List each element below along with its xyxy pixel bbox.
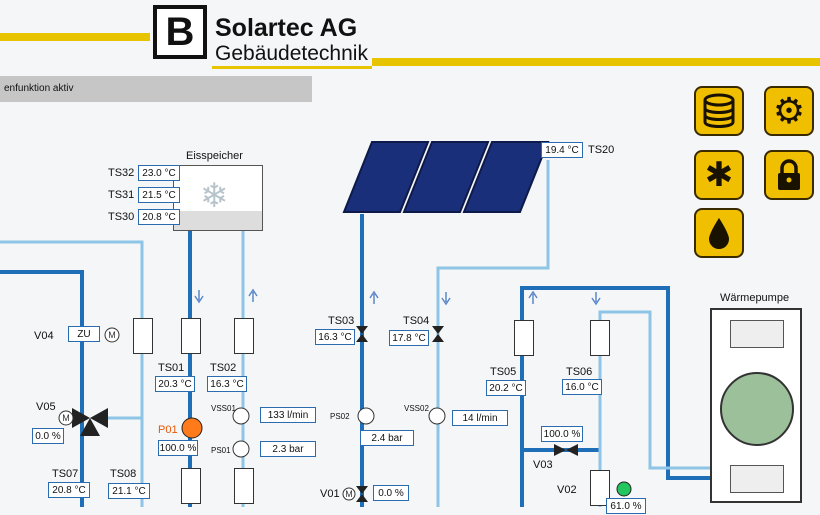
ts04-value[interactable]: 17.8 °C xyxy=(389,330,429,346)
nav-settings[interactable]: ⚙ xyxy=(764,86,814,136)
v04-label: V04 xyxy=(34,330,54,342)
v01-label: V01 xyxy=(320,488,340,500)
ts03-label: TS03 xyxy=(328,315,355,327)
ts30-label: TS30 xyxy=(108,211,135,223)
gear-icon: ⚙ xyxy=(772,90,806,131)
ts06-label: TS06 xyxy=(566,366,593,378)
svg-text:M: M xyxy=(108,330,116,340)
ts07-value[interactable]: 20.8 °C xyxy=(48,482,90,498)
p01-label: P01 xyxy=(158,424,178,436)
hp-exchanger-bottom xyxy=(730,465,784,493)
valve-ts01-block[interactable] xyxy=(181,318,201,354)
ts08-label: TS08 xyxy=(110,468,137,480)
ts01-label: TS01 xyxy=(158,362,185,374)
valve-ts02-block[interactable] xyxy=(234,318,254,354)
ts06-value[interactable]: 16.0 °C xyxy=(562,379,602,395)
ts02-value[interactable]: 16.3 °C xyxy=(207,376,247,392)
ps01-label: PS01 xyxy=(211,446,231,455)
valve-ts08-block[interactable] xyxy=(234,468,254,504)
vss01-value[interactable]: 133 l/min xyxy=(260,407,316,423)
ts07-label: TS07 xyxy=(52,468,79,480)
eisspeicher-tank[interactable]: ❄ xyxy=(173,165,263,231)
ps01-value[interactable]: 2.3 bar xyxy=(260,441,316,457)
snowflake-icon: ❄ xyxy=(200,177,229,215)
ts03-value[interactable]: 16.3 °C xyxy=(315,329,355,345)
ts08-value[interactable]: 21.1 °C xyxy=(108,483,150,499)
valve-ts07-block[interactable] xyxy=(181,468,201,504)
ts05-value[interactable]: 20.2 °C xyxy=(486,380,526,396)
v05-label: V05 xyxy=(36,401,56,413)
ts05-label: TS05 xyxy=(490,366,517,378)
database-icon xyxy=(703,93,735,128)
eisspeicher-title: Eisspeicher xyxy=(186,150,243,162)
valve-v04-block[interactable] xyxy=(133,318,153,354)
ts01-value[interactable]: 20.3 °C xyxy=(155,376,195,392)
v02-motor-active xyxy=(616,481,632,497)
p01-value[interactable]: 100.0 % xyxy=(158,440,198,456)
water-drop-icon xyxy=(709,218,729,249)
vss02-label: VSS02 xyxy=(404,404,429,413)
ts02-label: TS02 xyxy=(210,362,237,374)
hp-exchanger-top xyxy=(730,320,784,348)
solar-collector xyxy=(342,141,550,213)
snowflake-icon: ✱ xyxy=(704,156,734,194)
ps02-value[interactable]: 2.4 bar xyxy=(360,430,414,446)
lock-icon xyxy=(778,159,800,190)
valve-ts06-block[interactable] xyxy=(590,320,610,356)
svg-text:M: M xyxy=(345,489,353,499)
ts32-value[interactable]: 23.0 °C xyxy=(138,165,180,181)
v04-state[interactable]: ZU xyxy=(68,326,100,342)
valve-ts05-block[interactable] xyxy=(514,320,534,356)
waermepumpe-title: Wärmepumpe xyxy=(720,292,790,304)
waermepumpe-unit[interactable] xyxy=(710,308,802,503)
ts31-value[interactable]: 21.5 °C xyxy=(138,187,180,203)
hp-compressor xyxy=(720,372,794,446)
nav-lock[interactable] xyxy=(764,150,814,200)
v02-label: V02 xyxy=(557,484,577,496)
pump-p01 xyxy=(181,417,203,439)
v05-value[interactable]: 0.0 % xyxy=(32,428,64,444)
v01-value[interactable]: 0.0 % xyxy=(373,485,409,501)
ts31-label: TS31 xyxy=(108,189,135,201)
ts20-label: TS20 xyxy=(588,144,615,156)
ts20-value[interactable]: 19.4 °C xyxy=(541,142,583,158)
ts32-label: TS32 xyxy=(108,167,135,179)
nav-database[interactable] xyxy=(694,86,744,136)
v02-value[interactable]: 61.0 % xyxy=(606,498,646,514)
nav-frost[interactable]: ✱ xyxy=(694,150,744,200)
ts04-label: TS04 xyxy=(403,315,430,327)
svg-text:M: M xyxy=(62,413,70,423)
vss02-value[interactable]: 14 l/min xyxy=(452,410,508,426)
nav-water[interactable] xyxy=(694,208,744,258)
vss01-label: VSS01 xyxy=(211,404,236,413)
ts30-value[interactable]: 20.8 °C xyxy=(138,209,180,225)
v03-label: V03 xyxy=(533,459,553,471)
pipe-right-loop xyxy=(520,286,712,507)
v03-value[interactable]: 100.0 % xyxy=(541,426,583,442)
ps02-label: PS02 xyxy=(330,412,350,421)
v05-valve-symbol xyxy=(72,408,108,436)
